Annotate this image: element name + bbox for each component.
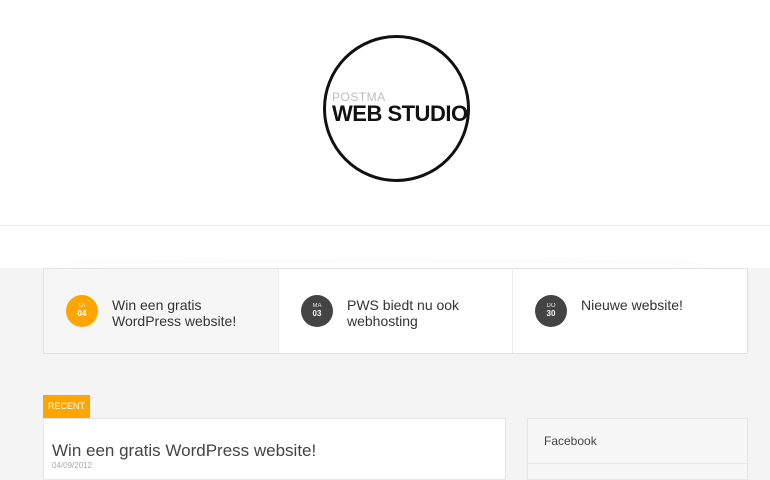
date-badge-date: 30: [546, 309, 556, 318]
featured-post-title[interactable]: PWS biedt nu ook webhosting: [347, 297, 507, 329]
date-badge-date: 04: [77, 309, 87, 318]
date-badge: MA 03: [301, 295, 333, 327]
widget-title: Facebook: [544, 434, 597, 448]
date-badge-day: DO: [546, 303, 556, 309]
recent-post-title[interactable]: Win een gratis WordPress website!: [52, 441, 316, 461]
featured-posts-strip: DI 04 Win een gratis WordPress website! …: [43, 268, 748, 354]
widget-divider: [528, 463, 747, 464]
featured-post-title[interactable]: Win een gratis WordPress website!: [112, 297, 272, 329]
date-badge-day: MA: [312, 303, 322, 309]
featured-post-2[interactable]: MA 03 PWS biedt nu ook webhosting: [279, 269, 513, 353]
recent-post-date: 04/09/2012: [52, 461, 93, 470]
recent-post-card: Win een gratis WordPress website! 04/09/…: [43, 418, 506, 480]
date-badge-day: DI: [79, 303, 85, 309]
logo-main-text: WEB STUDIO: [332, 101, 468, 126]
recent-tag: RECENT: [43, 395, 90, 418]
site-logo[interactable]: POSTMA WEB STUDIO: [323, 35, 470, 182]
date-badge: DI 04: [66, 295, 98, 327]
site-header: POSTMA WEB STUDIO: [0, 0, 770, 226]
date-badge-date: 03: [312, 309, 322, 318]
facebook-widget: Facebook: [527, 418, 748, 480]
featured-post-1[interactable]: DI 04 Win een gratis WordPress website!: [44, 269, 279, 353]
date-badge: DO 30: [535, 295, 567, 327]
featured-post-title[interactable]: Nieuwe website!: [581, 297, 741, 313]
featured-post-3[interactable]: DO 30 Nieuwe website!: [513, 269, 747, 353]
